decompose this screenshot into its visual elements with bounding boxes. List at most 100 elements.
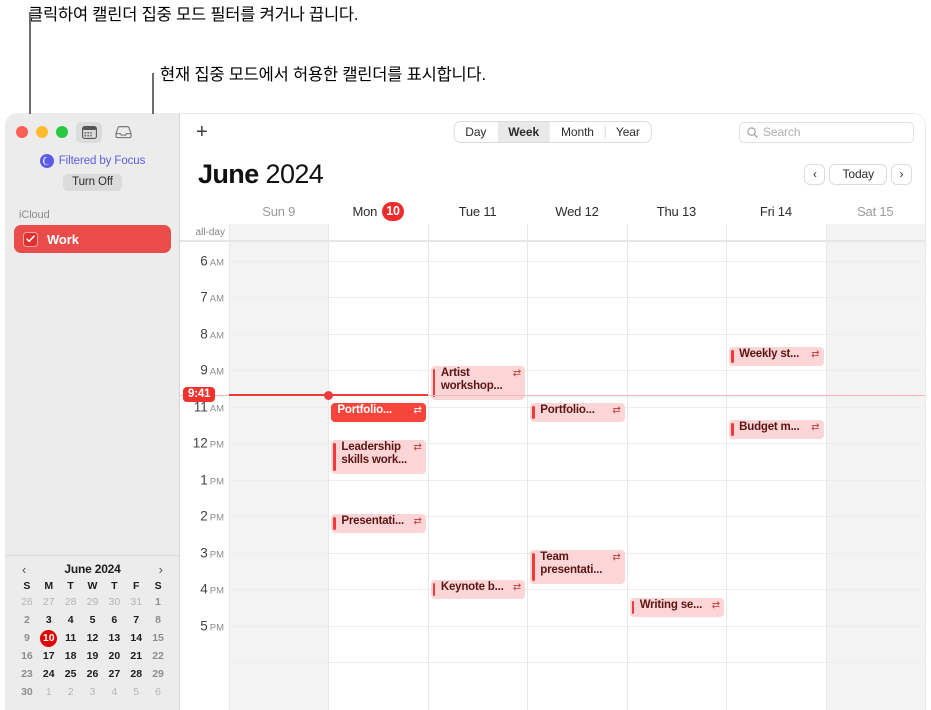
mini-calendar-day[interactable]: 23	[16, 666, 38, 683]
calendar-event[interactable]: Budget m... ⇄	[729, 420, 824, 439]
mini-calendar-day[interactable]: 24	[38, 666, 60, 683]
mini-calendar-day[interactable]: 8	[147, 612, 169, 629]
mini-calendar-day[interactable]: 29	[147, 666, 169, 683]
mini-calendar-day[interactable]: 14	[125, 630, 147, 647]
mini-calendar-day[interactable]: 2	[16, 612, 38, 629]
week-grid-scroll-area[interactable]: 6 AM 7 AM 8 AM 9 AM 11 AM 12 PM 1 PM 2 PM 3 PM 4 PM 5 PM Portf…	[180, 242, 925, 710]
mini-calendar-day[interactable]: 19	[82, 648, 104, 665]
mini-calendar-day[interactable]: 3	[38, 612, 60, 629]
all-day-cell-3[interactable]	[527, 224, 626, 240]
mini-calendar-day[interactable]: 10	[38, 630, 60, 647]
day-header-2[interactable]: Tue 11	[428, 198, 527, 224]
inbox-tray-icon[interactable]	[110, 122, 136, 143]
day-column-1[interactable]: Portfolio... ⇄ Leadership skills work... ⇄ P…	[328, 242, 428, 710]
mini-calendar-day[interactable]: 5	[82, 612, 104, 629]
day-header-4[interactable]: Thu 13	[627, 198, 726, 224]
mini-calendar-day[interactable]: 17	[38, 648, 60, 665]
mini-calendar-day[interactable]: 16	[16, 648, 38, 665]
calendar-checkbox-work[interactable]	[23, 231, 38, 247]
mini-calendar-day[interactable]: 2	[60, 684, 82, 701]
mini-calendar-day[interactable]: 4	[103, 684, 125, 701]
all-day-cell-0[interactable]	[229, 224, 329, 240]
mini-calendar-day[interactable]: 5	[125, 684, 147, 701]
day-column-4[interactable]: Writing se... ⇄	[626, 242, 727, 710]
view-tab-day[interactable]: Day	[454, 122, 497, 142]
focus-filter-indicator[interactable]: Filtered by Focus	[6, 152, 179, 170]
mini-calendar-day[interactable]: 28	[60, 594, 82, 611]
mini-calendar-day[interactable]: 1	[147, 594, 169, 611]
mini-calendar-day[interactable]: 4	[60, 612, 82, 629]
hour-gridline	[727, 297, 826, 298]
add-event-button[interactable]: +	[196, 122, 208, 142]
minimize-button[interactable]	[36, 126, 48, 138]
mini-calendar-day[interactable]: 12	[82, 630, 104, 647]
calendar-event[interactable]: Presentati... ⇄	[331, 514, 426, 533]
mini-calendar-day[interactable]: 1	[38, 684, 60, 701]
mini-calendar-day[interactable]: 18	[60, 648, 82, 665]
all-day-cell-5[interactable]	[726, 224, 825, 240]
hour-gridline	[528, 479, 627, 481]
mini-calendar-day[interactable]: 28	[125, 666, 147, 683]
mini-calendar-day[interactable]: 21	[125, 648, 147, 665]
close-button[interactable]	[16, 126, 28, 138]
calendar-event[interactable]: Leadership skills work... ⇄	[331, 440, 426, 474]
hour-gridline	[230, 297, 329, 298]
day-column-0[interactable]	[229, 242, 329, 710]
day-header-5[interactable]: Fri 14	[726, 198, 825, 224]
mini-calendar-day[interactable]: 13	[103, 630, 125, 647]
window-controls-row	[6, 114, 179, 150]
mini-calendar-day[interactable]: 7	[125, 612, 147, 629]
view-tab-week[interactable]: Week	[497, 122, 551, 142]
mini-calendar-day[interactable]: 26	[16, 594, 38, 611]
day-column-2[interactable]: Artist workshop... ⇄ Keynote b... ⇄	[427, 242, 528, 710]
mini-calendar-day[interactable]: 9	[16, 630, 38, 647]
mini-calendar-day[interactable]: 6	[147, 684, 169, 701]
mini-calendar-day[interactable]: 11	[60, 630, 82, 647]
mini-calendar-day[interactable]: 27	[103, 666, 125, 683]
mini-calendar-day[interactable]: 6	[103, 612, 125, 629]
next-week-button[interactable]: ›	[891, 163, 912, 185]
calendar-event[interactable]: Weekly st... ⇄	[729, 347, 824, 366]
view-tab-year[interactable]: Year	[604, 122, 651, 142]
day-column-6[interactable]	[825, 242, 925, 710]
day-header-1[interactable]: Mon 10	[328, 198, 427, 224]
all-day-cell-4[interactable]	[626, 224, 726, 240]
day-header-0[interactable]: Sun 9	[229, 198, 328, 224]
event-title: Budget m...	[739, 421, 800, 433]
calendar-event[interactable]: Writing se... ⇄	[629, 598, 725, 617]
mini-calendar-day[interactable]: 30	[16, 684, 38, 701]
mini-calendar-day[interactable]: 3	[82, 684, 104, 701]
all-day-cell-1[interactable]	[328, 224, 427, 240]
calendar-event[interactable]: Team presentati... ⇄	[530, 550, 625, 584]
mini-calendar-day[interactable]: 31	[125, 594, 147, 611]
today-button[interactable]: Today	[829, 163, 887, 185]
all-day-cell-2[interactable]	[427, 224, 527, 240]
mini-calendar-day[interactable]: 25	[60, 666, 82, 683]
zoom-button[interactable]	[56, 126, 68, 138]
mini-calendar-day[interactable]: 30	[103, 594, 125, 611]
sidebar-calendar-work[interactable]: Work	[14, 225, 171, 253]
calendar-event[interactable]: Portfolio... ⇄	[331, 403, 426, 422]
day-header-3[interactable]: Wed 12	[527, 198, 626, 224]
mini-calendar-day[interactable]: 29	[82, 594, 104, 611]
day-header-6[interactable]: Sat 15	[826, 198, 925, 224]
chevron-left-icon[interactable]: ‹	[20, 563, 28, 576]
view-tab-month[interactable]: Month	[550, 122, 605, 142]
turn-off-button[interactable]: Turn Off	[63, 174, 122, 191]
all-day-cell-6[interactable]	[825, 224, 925, 240]
mini-calendar-day[interactable]: 22	[147, 648, 169, 665]
mini-calendar: ‹ June 2024 › SMTWTFS 26 27 28 29 30 31 1 2 3 4 5 6…	[6, 555, 179, 710]
mini-calendar-day[interactable]: 20	[103, 648, 125, 665]
search-field[interactable]: Search	[739, 121, 914, 143]
day-column-5[interactable]: Weekly st... ⇄ Budget m... ⇄	[726, 242, 826, 710]
mini-calendar-day[interactable]: 15	[147, 630, 169, 647]
calendar-event[interactable]: Portfolio... ⇄	[530, 403, 625, 422]
calendar-event[interactable]: Keynote b... ⇄	[430, 580, 526, 599]
mini-calendar-day[interactable]: 27	[38, 594, 60, 611]
calendar-icon[interactable]	[76, 121, 102, 143]
day-column-3[interactable]: Portfolio... ⇄ Team presentati... ⇄	[527, 242, 627, 710]
previous-week-button[interactable]: ‹	[804, 163, 826, 185]
chevron-right-icon[interactable]: ›	[157, 563, 165, 576]
mini-calendar-day[interactable]: 26	[82, 666, 104, 683]
hour-gridline	[528, 625, 627, 627]
